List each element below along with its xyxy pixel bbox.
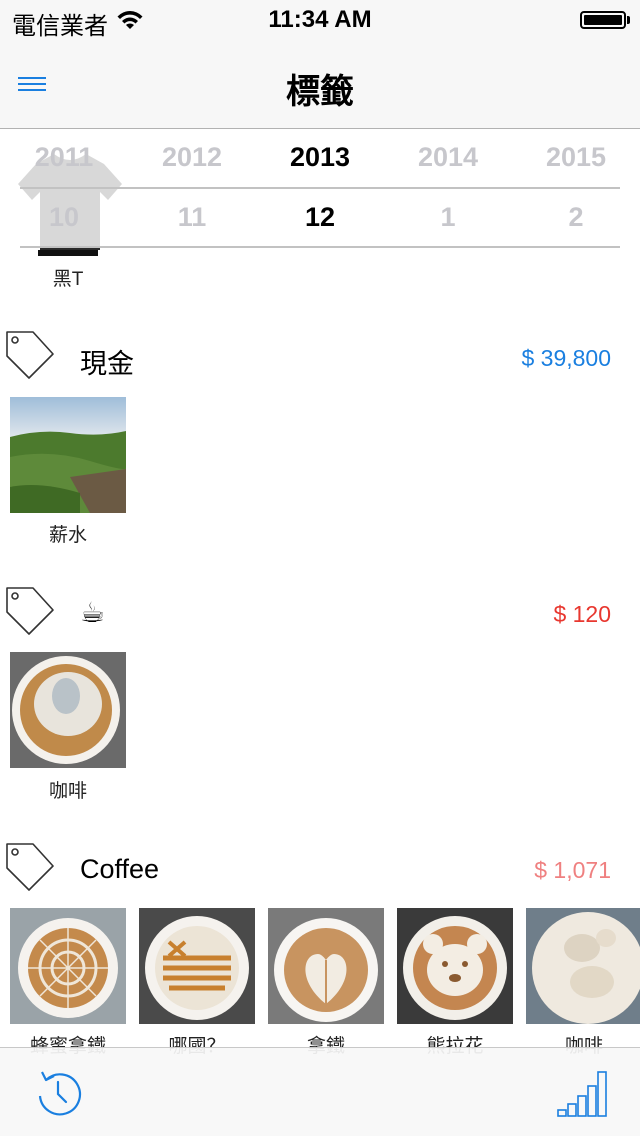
clock: 11:34 AM xyxy=(268,6,372,33)
status-bar: 電信業者 11:34 AM xyxy=(0,0,640,40)
battery-tip xyxy=(627,16,630,24)
category-name[interactable]: 現金 xyxy=(80,342,134,381)
category-section: ☕ $ 120 咖啡 xyxy=(0,586,640,816)
category-name[interactable]: Coffee xyxy=(80,854,159,885)
month-year-picker[interactable]: 2011 2012 2013 2014 2015 10 11 12 1 2 xyxy=(0,130,640,248)
year-option[interactable]: 2011 xyxy=(0,142,128,173)
picker-divider xyxy=(20,187,620,189)
year-option[interactable]: 2012 xyxy=(128,142,256,173)
category-section: 現金 $ 39,800 薪水 xyxy=(0,330,640,560)
category-section: Coffee $ 1,071 蜂蜜拿鐵 哪國？ 拿鐵 xyxy=(0,842,640,1057)
month-row[interactable]: 10 11 12 1 2 xyxy=(0,190,640,246)
flag-latte-photo xyxy=(139,908,255,1024)
month-option[interactable]: 11 xyxy=(128,202,256,233)
latte-art-photo xyxy=(10,652,126,768)
month-option[interactable]: 2 xyxy=(512,202,640,233)
category-amount: $ 39,800 xyxy=(521,345,611,371)
page-title: 標籤 xyxy=(286,73,354,111)
history-clock-icon[interactable] xyxy=(32,1066,84,1118)
bear-latte-photo xyxy=(397,908,513,1024)
month-option[interactable]: 10 xyxy=(0,202,128,233)
item-label: 黑T xyxy=(52,269,84,290)
landscape-photo xyxy=(10,397,126,513)
latte-photo xyxy=(10,908,126,1024)
item-thumbnail[interactable] xyxy=(10,397,126,513)
bottom-toolbar xyxy=(0,1047,640,1136)
item-label: 薪水 xyxy=(48,525,87,546)
picker-divider xyxy=(20,246,620,248)
category-amount: $ 1,071 xyxy=(534,857,611,883)
item-thumbnail[interactable] xyxy=(10,908,126,1024)
year-row[interactable]: 2011 2012 2013 2014 2015 xyxy=(0,130,640,186)
year-option[interactable]: 2015 xyxy=(512,142,640,173)
foam-latte-photo xyxy=(526,908,640,1024)
item-thumbnail[interactable] xyxy=(10,652,126,768)
month-option[interactable]: 1 xyxy=(384,202,512,233)
bar-chart-icon[interactable] xyxy=(556,1068,608,1118)
item-label: 咖啡 xyxy=(48,781,87,802)
item-thumbnail[interactable] xyxy=(268,908,384,1024)
item-thumbnail[interactable] xyxy=(397,908,513,1024)
tag-icon[interactable] xyxy=(5,586,55,636)
tag-icon[interactable] xyxy=(5,330,55,380)
month-option-selected[interactable]: 12 xyxy=(256,202,384,233)
year-option-selected[interactable]: 2013 xyxy=(256,142,384,173)
category-name[interactable]: ☕ xyxy=(80,596,105,629)
navigation-bar: 標籤 xyxy=(0,40,640,129)
item-thumbnail[interactable] xyxy=(526,908,640,1024)
tag-icon[interactable] xyxy=(5,842,55,892)
category-amount: $ 120 xyxy=(553,601,611,627)
heart-latte-photo xyxy=(268,908,384,1024)
battery-icon xyxy=(580,11,626,29)
item-thumbnail[interactable] xyxy=(139,908,255,1024)
year-option[interactable]: 2014 xyxy=(384,142,512,173)
